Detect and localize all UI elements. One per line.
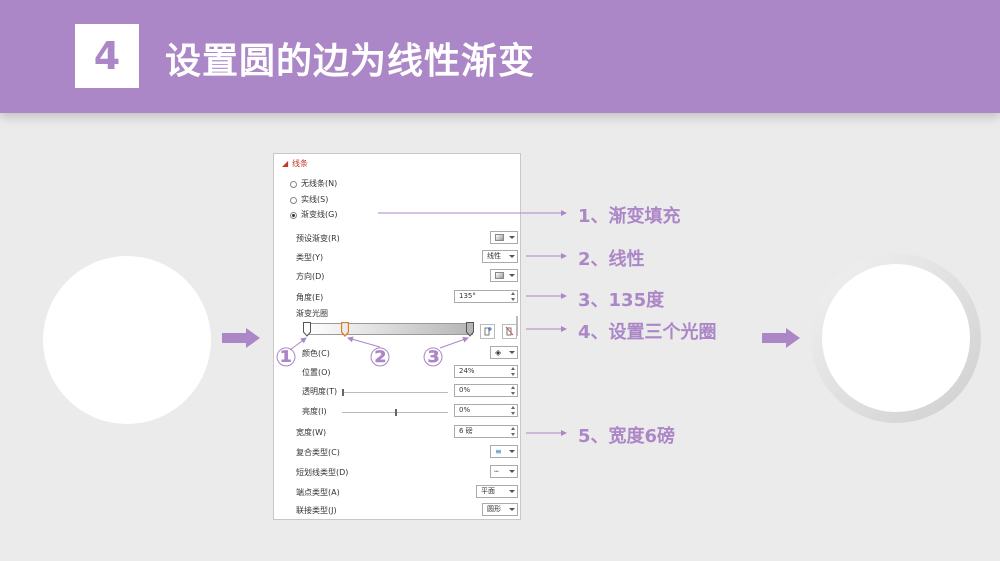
dash-type-label: 短划线类型(D) — [296, 468, 349, 477]
width-input[interactable]: 6 磅 — [454, 425, 518, 438]
preset-gradient-dropdown[interactable] — [490, 231, 518, 244]
direction-dropdown[interactable] — [490, 269, 518, 282]
spin-down-icon[interactable] — [511, 412, 515, 415]
gradient-stops-bar[interactable] — [307, 323, 473, 335]
transparency-slider-track[interactable] — [342, 392, 448, 393]
color-picker-dropdown[interactable]: ◈ — [490, 346, 518, 359]
compound-type-label: 复合类型(C) — [296, 448, 340, 457]
gradient-stops-label: 渐变光圈 — [296, 309, 328, 318]
join-type-label: 联接类型(J) — [296, 506, 337, 515]
radio-gradient-line[interactable] — [290, 212, 297, 219]
angle-value: 135° — [459, 292, 476, 300]
section-title: 线条 — [292, 159, 308, 168]
chevron-down-icon — [509, 490, 515, 493]
radio-solid-line-label: 实线(S) — [301, 195, 329, 204]
stop-marker-2: ② — [369, 343, 392, 373]
spin-down-icon[interactable] — [511, 373, 515, 376]
position-value: 24% — [459, 367, 475, 375]
header-banner: 4 设置圆的边为线性渐变 — [0, 0, 1000, 113]
type-value: 线性 — [487, 252, 501, 260]
brightness-label: 亮度(I) — [302, 407, 327, 416]
width-value: 6 磅 — [459, 427, 473, 435]
join-type-dropdown[interactable]: 圆形 — [482, 503, 518, 516]
spin-up-icon[interactable] — [511, 386, 515, 389]
spin-down-icon[interactable] — [511, 298, 515, 301]
dash-type-dropdown[interactable]: ┅ — [490, 465, 518, 478]
gradient-stop-2[interactable] — [341, 322, 349, 337]
callout-gradient-fill: 1、渐变填充 — [578, 206, 681, 227]
gradient-stop-1[interactable] — [303, 322, 311, 337]
direction-label: 方向(D) — [296, 272, 325, 281]
cap-type-value: 平面 — [481, 487, 495, 495]
stop-marker-3: ③ — [422, 343, 445, 373]
callout-angle: 3、135度 — [578, 290, 665, 311]
compound-lines-icon: ≡ — [495, 447, 502, 456]
chevron-down-icon — [509, 274, 515, 277]
radio-no-line-label: 无线条(N) — [301, 179, 338, 188]
type-label: 类型(Y) — [296, 253, 324, 262]
join-type-value: 圆形 — [487, 505, 501, 513]
type-dropdown[interactable]: 线性 — [482, 250, 518, 263]
width-label: 宽度(W) — [296, 428, 327, 437]
callout-width: 5、宽度6磅 — [578, 426, 676, 447]
spin-down-icon[interactable] — [511, 433, 515, 436]
callout-three-stops: 4、设置三个光圈 — [578, 322, 717, 343]
stop-marker-1: ① — [275, 343, 298, 373]
spin-up-icon[interactable] — [511, 427, 515, 430]
page-title: 设置圆的边为线性渐变 — [165, 41, 536, 82]
remove-stop-button[interactable] — [502, 324, 517, 339]
chevron-down-icon — [509, 508, 515, 511]
callout-linear: 2、线性 — [578, 249, 645, 270]
compound-type-dropdown[interactable]: ≡ — [490, 445, 518, 458]
chevron-down-icon — [509, 236, 515, 239]
radio-solid-line[interactable] — [290, 197, 297, 204]
spin-up-icon[interactable] — [511, 292, 515, 295]
transparency-input[interactable]: 0% — [454, 384, 518, 397]
cap-type-dropdown[interactable]: 平面 — [476, 485, 518, 498]
step-number-box: 4 — [75, 24, 139, 88]
dash-lines-icon: ┅ — [494, 467, 499, 476]
chevron-down-icon — [509, 351, 515, 354]
remove-stop-icon — [505, 326, 514, 336]
section-collapse-icon[interactable]: ◢ — [282, 158, 288, 170]
direction-swatch-icon — [495, 272, 504, 279]
brightness-value: 0% — [459, 406, 471, 414]
chevron-down-icon — [509, 470, 515, 473]
plain-circle — [43, 256, 211, 424]
gradient-border-circle-inner — [822, 264, 970, 412]
position-input[interactable]: 24% — [454, 365, 518, 378]
spin-down-icon[interactable] — [511, 392, 515, 395]
preset-gradient-label: 预设渐变(R) — [296, 234, 340, 243]
arrow-right-icon — [222, 328, 260, 348]
chevron-down-icon — [509, 255, 515, 258]
transparency-value: 0% — [459, 386, 471, 394]
angle-label: 角度(E) — [296, 293, 324, 302]
cap-type-label: 端点类型(A) — [296, 488, 340, 497]
gradient-stop-3[interactable] — [466, 322, 474, 337]
brightness-input[interactable]: 0% — [454, 404, 518, 417]
chevron-down-icon — [509, 450, 515, 453]
position-label: 位置(O) — [302, 368, 331, 377]
radio-no-line[interactable] — [290, 181, 297, 188]
transparency-label: 透明度(T) — [302, 387, 338, 396]
arrow-right-icon — [762, 328, 800, 348]
brightness-slider-thumb[interactable] — [395, 409, 397, 416]
transparency-slider-thumb[interactable] — [342, 389, 344, 396]
radio-gradient-line-label: 渐变线(G) — [301, 210, 338, 219]
spin-up-icon[interactable] — [511, 406, 515, 409]
add-stop-button[interactable] — [480, 324, 495, 339]
color-label: 颜色(C) — [302, 349, 330, 358]
angle-input[interactable]: 135° — [454, 290, 518, 303]
add-stop-icon — [484, 327, 492, 336]
spin-up-icon[interactable] — [511, 367, 515, 370]
paint-bucket-icon: ◈ — [495, 348, 502, 357]
gradient-swatch-icon — [495, 234, 504, 241]
